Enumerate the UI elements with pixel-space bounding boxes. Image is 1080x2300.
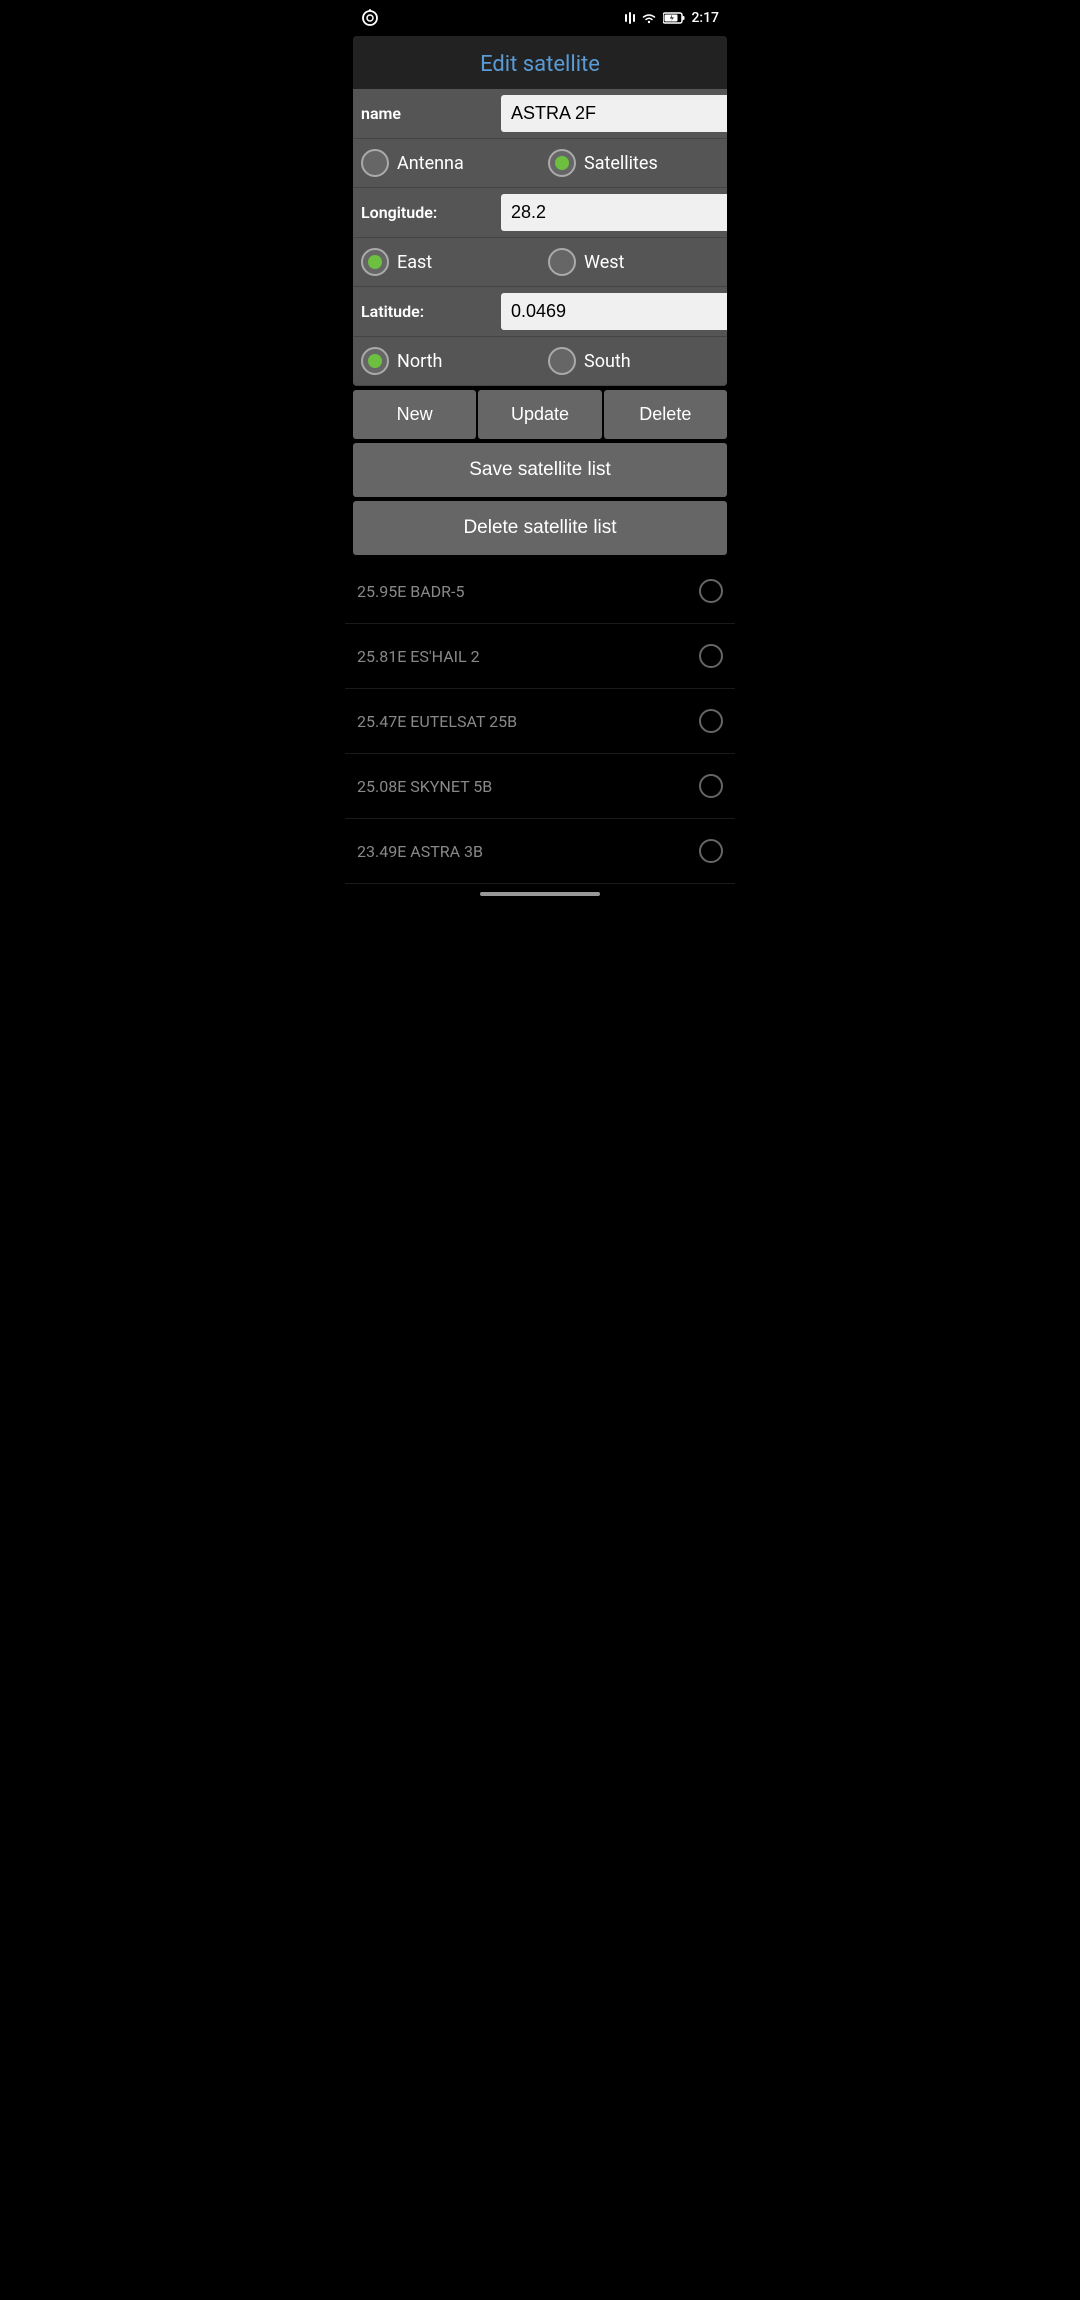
longitude-input[interactable] <box>501 194 727 231</box>
update-button[interactable]: Update <box>478 390 601 439</box>
satellite-item[interactable]: 25.95E BADR-5 <box>345 559 735 624</box>
longitude-row: Longitude: <box>353 188 727 238</box>
satellite-item-name: 25.47E EUTELSAT 25B <box>357 712 517 731</box>
home-bar <box>480 892 600 896</box>
status-bar: 2:17 <box>345 0 735 32</box>
satellites-option[interactable]: Satellites <box>548 149 719 177</box>
delete-satellite-list-button[interactable]: Delete satellite list <box>353 501 727 555</box>
dialog-title: Edit satellite <box>353 36 727 89</box>
delete-button[interactable]: Delete <box>604 390 727 439</box>
latitude-input[interactable] <box>501 293 727 330</box>
home-indicator <box>345 884 735 904</box>
longitude-label: Longitude: <box>361 203 501 222</box>
status-right: 2:17 <box>625 10 719 26</box>
east-label: East <box>397 252 432 273</box>
name-row: name <box>353 89 727 139</box>
name-label: name <box>361 104 501 123</box>
west-radio[interactable] <box>548 248 576 276</box>
satellite-list: 25.95E BADR-5 25.81E ES'HAIL 2 25.47E EU… <box>345 559 735 884</box>
antenna-option[interactable]: Antenna <box>361 149 532 177</box>
action-buttons-row: New Update Delete <box>353 390 727 439</box>
satellite-item-radio[interactable] <box>699 839 723 863</box>
west-label: West <box>584 252 624 273</box>
satellite-item-radio[interactable] <box>699 774 723 798</box>
name-input[interactable] <box>501 95 727 132</box>
satellite-item-name: 23.49E ASTRA 3B <box>357 842 483 861</box>
satellite-item[interactable]: 23.49E ASTRA 3B <box>345 819 735 884</box>
latitude-row: Latitude: <box>353 287 727 337</box>
satellite-item[interactable]: 25.08E SKYNET 5B <box>345 754 735 819</box>
north-label: North <box>397 351 442 372</box>
north-radio[interactable] <box>361 347 389 375</box>
north-radio-dot <box>368 354 382 368</box>
new-button[interactable]: New <box>353 390 476 439</box>
satellite-item-radio[interactable] <box>699 579 723 603</box>
satellite-item[interactable]: 25.81E ES'HAIL 2 <box>345 624 735 689</box>
satellites-radio[interactable] <box>548 149 576 177</box>
satellite-item-radio[interactable] <box>699 644 723 668</box>
satellite-item-name: 25.95E BADR-5 <box>357 582 464 601</box>
south-label: South <box>584 351 631 372</box>
satellites-radio-dot <box>555 156 569 170</box>
battery-icon <box>663 12 685 24</box>
east-option[interactable]: East <box>361 248 532 276</box>
latitude-label: Latitude: <box>361 302 501 321</box>
satellite-item-radio[interactable] <box>699 709 723 733</box>
vibrate-icon <box>625 12 635 24</box>
east-radio[interactable] <box>361 248 389 276</box>
antenna-icon <box>361 9 379 27</box>
antenna-label: Antenna <box>397 153 464 174</box>
west-option[interactable]: West <box>548 248 719 276</box>
east-radio-dot <box>368 255 382 269</box>
save-satellite-list-button[interactable]: Save satellite list <box>353 443 727 497</box>
south-radio[interactable] <box>548 347 576 375</box>
satellite-item-name: 25.08E SKYNET 5B <box>357 777 492 796</box>
east-west-row: East West <box>353 238 727 287</box>
satellite-item[interactable]: 25.47E EUTELSAT 25B <box>345 689 735 754</box>
north-option[interactable]: North <box>361 347 532 375</box>
edit-satellite-dialog: Edit satellite name Antenna Satellites L… <box>353 36 727 386</box>
wifi-icon <box>641 12 657 24</box>
satellite-item-name: 25.81E ES'HAIL 2 <box>357 647 480 666</box>
north-south-row: North South <box>353 337 727 386</box>
status-left <box>361 9 379 27</box>
antenna-radio[interactable] <box>361 149 389 177</box>
time-display: 2:17 <box>691 10 719 26</box>
south-option[interactable]: South <box>548 347 719 375</box>
satellites-label: Satellites <box>584 153 658 174</box>
antenna-satellites-row: Antenna Satellites <box>353 139 727 188</box>
